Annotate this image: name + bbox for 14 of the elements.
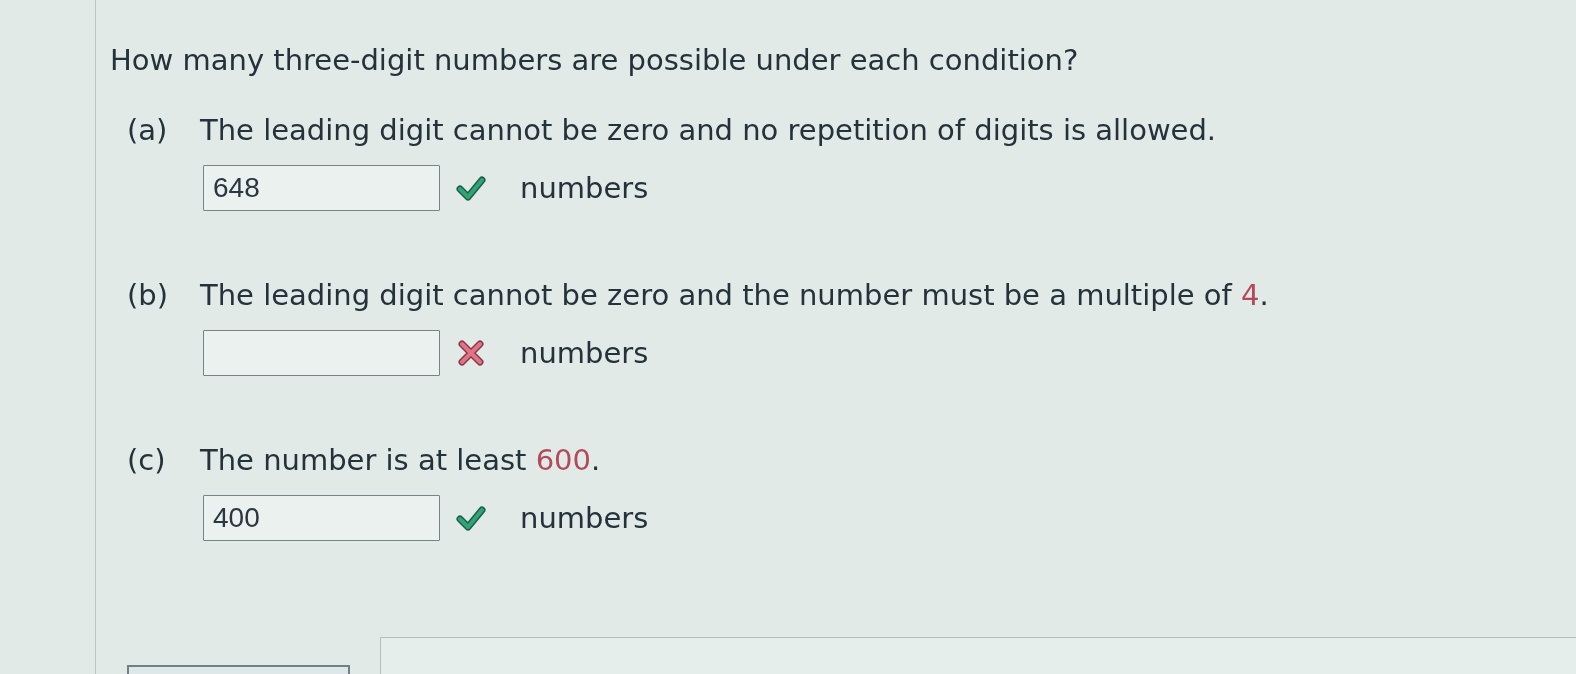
cut-off-button[interactable]	[127, 665, 350, 674]
part-label: (b)	[127, 277, 170, 313]
part-label: (c)	[127, 442, 167, 478]
prompt-text: The leading digit cannot be zero and no repetition of digits is allowed.	[200, 112, 1217, 148]
unit-label: numbers	[520, 500, 649, 536]
unit-label: numbers	[520, 335, 649, 371]
question-text: How many three-digit numbers are possible under each condition?	[110, 42, 1079, 78]
prompt-text: The leading digit cannot be zero and the number must be a multiple of 4.	[200, 277, 1269, 313]
prompt-text: The number is at least 600.	[200, 442, 601, 478]
answer-field[interactable]: 400	[203, 495, 440, 541]
answer-field[interactable]	[203, 330, 440, 376]
unit-label: numbers	[520, 170, 649, 206]
answer-field[interactable]: 648	[203, 165, 440, 211]
part-label: (a)	[127, 112, 169, 148]
